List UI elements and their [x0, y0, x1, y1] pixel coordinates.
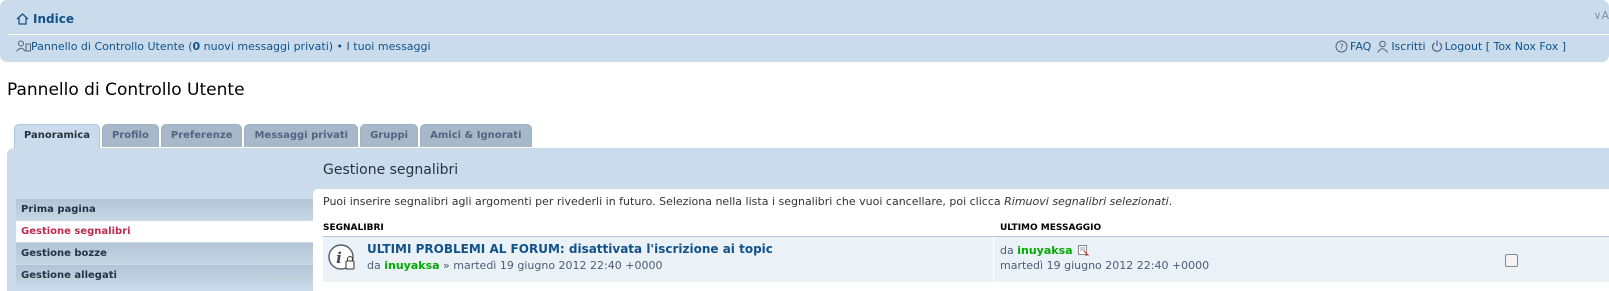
svg-text:?: ? — [1339, 42, 1343, 51]
author-link[interactable]: inuyaksa — [384, 259, 439, 272]
nav-right-links: ? FAQ Iscritti Logout [ Tox Nox Fox ] — [1335, 38, 1571, 54]
sidebar-item-gestione-segnalibri[interactable]: Gestione segnalibri — [16, 221, 313, 242]
tab-preferenze[interactable]: Preferenze — [160, 124, 243, 147]
intro-action: Rimuovi segnalibri selezionati — [1004, 195, 1169, 208]
content-heading: Gestione segnalibri — [323, 162, 459, 178]
tab-profilo[interactable]: Profilo — [102, 124, 159, 147]
topic-date: » martedì 19 giugno 2012 22:40 +0000 — [439, 259, 663, 272]
svg-text:i: i — [336, 249, 342, 267]
user-panel-icon — [16, 40, 31, 52]
column-header-bookmarks: SEGNALIBRI — [323, 223, 384, 233]
divider — [8, 34, 1609, 35]
table-row: i ULTIMI PROBLEMI AL FORUM: disattivata … — [323, 237, 1609, 282]
collapse-icon[interactable]: ∨A — [1593, 9, 1609, 22]
tab-gruppi[interactable]: Gruppi — [360, 124, 419, 147]
content-area: Puoi inserire segnalibri agli argomenti … — [313, 189, 1609, 291]
topic-announcement-icon: i — [328, 244, 355, 270]
sidebar-item-gestione-allegati[interactable]: Gestione allegati — [16, 265, 313, 286]
intro-text: Puoi inserire segnalibri agli argomenti … — [323, 195, 1172, 208]
tab-amici-ignorati[interactable]: Amici & Ignorati — [420, 124, 532, 147]
faq-link[interactable]: ? FAQ — [1335, 40, 1371, 53]
last-by-prefix: da — [1000, 244, 1018, 257]
new-pm-text: nuovi messaggi privati) — [200, 39, 334, 53]
last-post-author: da inuyaksa — [1000, 244, 1089, 257]
last-author-link[interactable]: inuyaksa — [1017, 244, 1072, 257]
nav-separator: • — [333, 39, 347, 53]
breadcrumb: Indice — [16, 10, 74, 28]
faq-label: FAQ — [1350, 39, 1372, 53]
logout-link[interactable]: Logout [ Tox Nox Fox ] — [1431, 40, 1566, 53]
members-icon — [1377, 40, 1389, 53]
navbar: Indice ∨A Pannello di Controllo Utente (… — [0, 0, 1609, 62]
faq-icon: ? — [1335, 40, 1348, 52]
user-links: Pannello di Controllo Utente (0 nuovi me… — [16, 38, 431, 54]
bookmark-select-checkbox[interactable] — [1505, 254, 1518, 267]
sidebar-item-prima-pagina[interactable]: Prima pagina — [16, 199, 313, 220]
intro-text-body: Puoi inserire segnalibri agli argomenti … — [323, 195, 1005, 208]
logout-label: Logout [ Tox Nox Fox ] — [1444, 39, 1567, 53]
ucp-link[interactable]: Pannello di Controllo Utente (0 nuovi me… — [31, 40, 333, 53]
members-label: Iscritti — [1391, 39, 1426, 53]
new-pm-count: 0 — [192, 39, 201, 53]
index-link[interactable]: Indice — [33, 12, 74, 26]
tab-messaggi-privati[interactable]: Messaggi privati — [244, 124, 359, 147]
your-posts-link[interactable]: I tuoi messaggi — [347, 40, 431, 53]
intro-end: . — [1168, 195, 1173, 208]
last-post-date: martedì 19 giugno 2012 22:40 +0000 — [1000, 259, 1210, 272]
column-divider — [993, 237, 994, 282]
sidebar-menu: Prima pagina Gestione segnalibri Gestion… — [16, 199, 313, 287]
view-latest-post-icon[interactable] — [1077, 245, 1089, 256]
tab-panoramica[interactable]: Panoramica — [14, 124, 101, 149]
topic-meta: da inuyaksa » martedì 19 giugno 2012 22:… — [367, 259, 662, 272]
ucp-tabs: Panoramica Profilo Preferenze Messaggi p… — [14, 124, 534, 149]
sidebar-item-gestione-bozze[interactable]: Gestione bozze — [16, 243, 313, 264]
home-icon — [16, 13, 29, 25]
column-header-last-post: ULTIMO MESSAGGIO — [1000, 223, 1102, 233]
power-icon — [1431, 40, 1442, 52]
ucp-link-label: Pannello di Controllo Utente ( — [31, 39, 193, 53]
topic-title-link[interactable]: ULTIMI PROBLEMI AL FORUM: disattivata l'… — [367, 242, 773, 256]
by-prefix: da — [367, 259, 385, 272]
page-title: Pannello di Controllo Utente — [7, 80, 245, 100]
members-link[interactable]: Iscritti — [1376, 39, 1426, 53]
